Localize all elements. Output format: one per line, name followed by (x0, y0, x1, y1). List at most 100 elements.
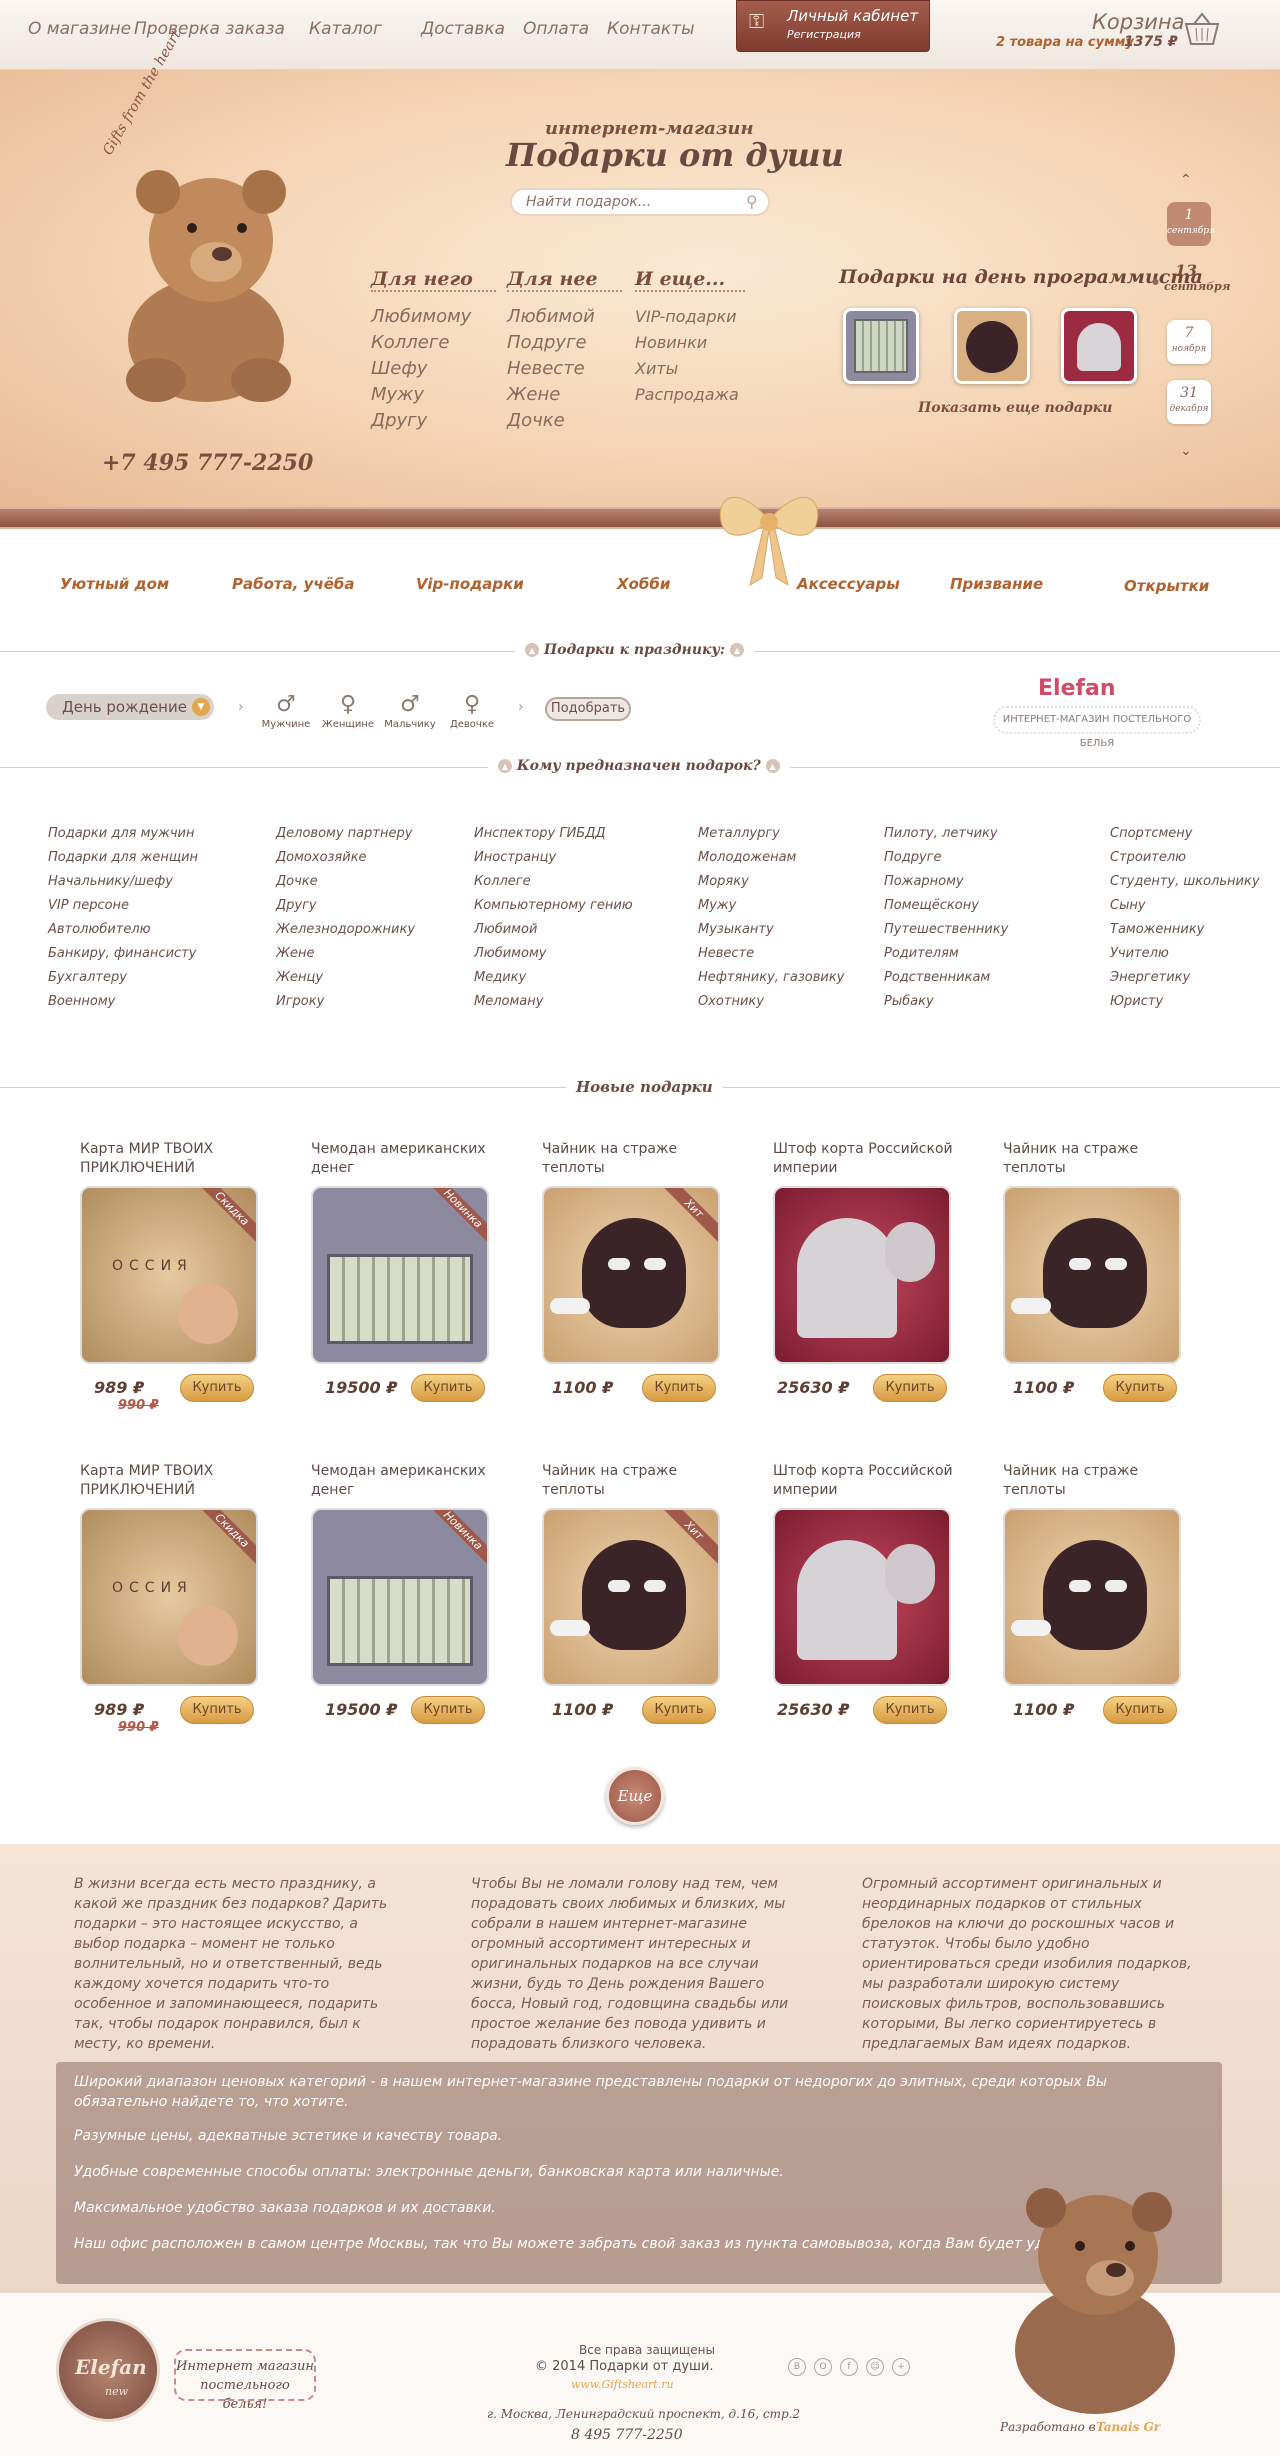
recipient-link[interactable]: Автолюбителю (48, 922, 151, 937)
recipient-link[interactable]: Учителю (1110, 946, 1169, 961)
recipient-link[interactable]: Банкиру, финансисту (48, 946, 196, 961)
product-title[interactable]: Чемодан американских денег (311, 1462, 491, 1500)
dates-up-arrow-icon[interactable]: ⌃ (1180, 172, 1192, 188)
buy-button[interactable]: Купить (1103, 1696, 1177, 1724)
buy-button[interactable]: Купить (180, 1696, 254, 1724)
product-title[interactable]: Чемодан американских денег (311, 1140, 491, 1178)
date-item[interactable]: 31 декабря (1167, 380, 1211, 424)
buy-button[interactable]: Купить (1103, 1374, 1177, 1402)
menu-item[interactable]: VIP-подарки (635, 304, 745, 330)
menu-for-her-title[interactable]: Для нее (507, 268, 622, 292)
nav-order-check[interactable]: Проверка заказа (134, 19, 285, 39)
recipient-link[interactable]: Таможеннику (1110, 922, 1204, 937)
category-calling[interactable]: Призвание (950, 575, 1043, 593)
product-title[interactable]: Чайник на страже теплоты (542, 1462, 722, 1500)
menu-item[interactable]: Любимому (371, 304, 496, 330)
social-ok-icon[interactable]: О (814, 2358, 832, 2376)
product-image-kettle[interactable] (1003, 1508, 1181, 1686)
category-hobby[interactable]: Хобби (617, 575, 670, 593)
nav-contacts[interactable]: Контакты (607, 19, 695, 39)
recipient-link[interactable]: Домохозяйке (276, 850, 367, 865)
recipient-link[interactable]: Иностранцу (474, 850, 556, 865)
footer-partner-badge[interactable]: Elefan new (56, 2318, 160, 2422)
basket-icon[interactable] (1184, 12, 1220, 46)
recipient-link[interactable]: Подарки для мужчин (48, 826, 194, 841)
recipient-link[interactable]: Охотнику (698, 994, 764, 1009)
recipient-link[interactable]: Деловому партнеру (276, 826, 412, 841)
search-icon[interactable]: ⚲ (746, 192, 758, 211)
recipient-link[interactable]: Музыканту (698, 922, 774, 937)
nav-catalog[interactable]: Каталог (309, 19, 382, 39)
menu-item[interactable]: Хиты (635, 356, 745, 382)
nav-payment[interactable]: Оплата (523, 19, 589, 39)
menu-item[interactable]: Любимой (507, 304, 622, 330)
date-item[interactable]: 7 ноября (1167, 320, 1211, 364)
product-title[interactable]: Чайник на страже теплоты (1003, 1140, 1183, 1178)
recipient-link[interactable]: Мужу (698, 898, 736, 913)
recipient-link[interactable]: Бухгалтеру (48, 970, 127, 985)
footer-site-link[interactable]: www.Giftsheart.ru (571, 2378, 674, 2391)
recipient-link[interactable]: Подарки для женщин (48, 850, 198, 865)
category-cards[interactable]: Открытки (1124, 577, 1209, 595)
partner-logo[interactable]: Elefan (1038, 676, 1116, 701)
product-title[interactable]: Чайник на страже теплоты (1003, 1462, 1183, 1500)
shop-name[interactable]: Подарки от души (506, 136, 844, 174)
social-instagram-icon[interactable]: ☺ (866, 2358, 884, 2376)
menu-item[interactable]: Мужу (371, 382, 496, 408)
menu-item[interactable]: Распродажа (635, 382, 745, 408)
recipient-link[interactable]: Компьютерному гению (474, 898, 633, 913)
recipient-link[interactable]: Нефтянику, газовику (698, 970, 844, 985)
nav-about[interactable]: О магазине (28, 19, 131, 39)
person-boy[interactable]: ♂ Мальчику (380, 692, 440, 730)
recipient-link[interactable]: Родственникам (884, 970, 990, 985)
social-vk-icon[interactable]: В (788, 2358, 806, 2376)
recipient-link[interactable]: Меломану (474, 994, 543, 1009)
category-cozy-home[interactable]: Уютный дом (60, 575, 169, 593)
date-item[interactable]: 1 сентября (1167, 202, 1215, 246)
recipient-link[interactable]: Военному (48, 994, 115, 1009)
buy-button[interactable]: Купить (873, 1696, 947, 1724)
menu-item[interactable]: Новинки (635, 330, 745, 356)
product-title[interactable]: Карта МИР ТВОИХ ПРИКЛЮЧЕНИЙ (80, 1140, 260, 1178)
recipient-link[interactable]: Игроку (276, 994, 324, 1009)
category-work-study[interactable]: Работа, учёба (232, 575, 354, 593)
recipient-link[interactable]: Строителю (1110, 850, 1186, 865)
category-vip-gifts[interactable]: Vip-подарки (416, 575, 524, 593)
buy-button[interactable]: Купить (411, 1374, 485, 1402)
recipient-link[interactable]: Другу (276, 898, 317, 913)
menu-for-him-title[interactable]: Для него (371, 268, 496, 292)
product-image-map[interactable]: ОССИЯ Скидка (80, 1508, 258, 1686)
menu-item[interactable]: Жене (507, 382, 622, 408)
product-title[interactable]: Штоф корта Российской империи (773, 1462, 953, 1500)
buy-button[interactable]: Купить (642, 1374, 716, 1402)
recipient-link[interactable]: Сыну (1110, 898, 1146, 913)
featured-thumb-case[interactable] (843, 308, 919, 384)
recipient-link[interactable]: Энергетику (1110, 970, 1190, 985)
pick-button[interactable]: Подобрать (545, 697, 631, 721)
product-image-case[interactable]: Новинка (311, 1508, 489, 1686)
buy-button[interactable]: Купить (180, 1374, 254, 1402)
recipient-link[interactable]: Путешественнику (884, 922, 1008, 937)
show-more-gifts-link[interactable]: Показать еще подарки (918, 400, 1112, 416)
category-accessories[interactable]: Аксессуары (797, 575, 900, 593)
recipient-link[interactable]: Пожарному (884, 874, 964, 889)
social-googleplus-icon[interactable]: + (892, 2358, 910, 2376)
nav-delivery[interactable]: Доставка (421, 19, 505, 39)
recipient-link[interactable]: Молодоженам (698, 850, 796, 865)
recipient-link[interactable]: Спортсмену (1110, 826, 1193, 841)
social-facebook-icon[interactable]: f (840, 2358, 858, 2376)
product-title[interactable]: Карта МИР ТВОИХ ПРИКЛЮЧЕНИЙ (80, 1462, 260, 1500)
product-title[interactable]: Штоф корта Российской империи (773, 1140, 953, 1178)
holiday-select[interactable]: День рождение ▼ (46, 694, 214, 720)
dates-down-arrow-icon[interactable]: ⌄ (1180, 443, 1192, 459)
person-woman[interactable]: ♀ Женщине (318, 692, 378, 730)
recipient-link[interactable]: Любимому (474, 946, 546, 961)
recipient-link[interactable]: Моряку (698, 874, 749, 889)
recipient-link[interactable]: Юристу (1110, 994, 1163, 1009)
recipient-link[interactable]: Металлургу (698, 826, 780, 841)
menu-more-title[interactable]: И еще... (635, 268, 745, 292)
recipient-link[interactable]: VIP персоне (48, 898, 129, 913)
more-button[interactable]: Еще (606, 1767, 664, 1825)
register-link[interactable]: Регистрация (787, 28, 861, 41)
product-image-crown[interactable] (773, 1508, 951, 1686)
